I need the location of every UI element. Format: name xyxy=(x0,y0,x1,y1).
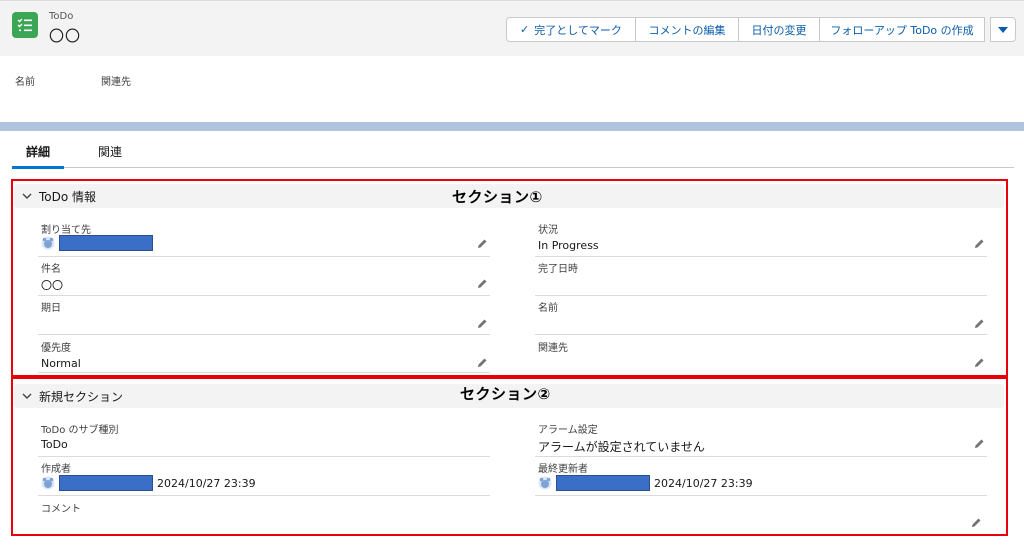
todo-subtype-label: ToDo のサブ種別 xyxy=(41,425,119,436)
redacted-user xyxy=(59,235,153,251)
edit-comment-button[interactable]: コメントの編集 xyxy=(635,17,739,42)
avatar-icon xyxy=(538,476,552,490)
field-name: 名前 xyxy=(535,299,987,335)
alarm-value: アラームが設定されていません xyxy=(538,440,705,454)
last-modified-by-label: 最終更新者 xyxy=(538,464,588,475)
field-last-modified-by: 最終更新者 2024/10/27 23:39 xyxy=(535,460,987,496)
field-assigned-to: 割り当て先 xyxy=(38,221,490,257)
field-completed-date: 完了日時 xyxy=(535,260,987,296)
priority-value: Normal xyxy=(41,357,81,370)
pencil-icon[interactable] xyxy=(974,357,985,368)
status-label: 状況 xyxy=(538,225,558,236)
redacted-user xyxy=(556,475,650,491)
chevron-down-icon xyxy=(22,193,32,199)
chevron-down-icon xyxy=(22,393,32,399)
name-label: 名前 xyxy=(538,303,558,314)
completed-date-label: 完了日時 xyxy=(538,264,578,275)
field-priority: 優先度 Normal xyxy=(38,339,490,373)
redacted-user xyxy=(59,475,153,491)
highlights-panel: 名前 関連先 xyxy=(0,56,1024,122)
avatar-icon xyxy=(41,236,55,250)
field-due-date: 期日 xyxy=(38,299,490,335)
pencil-icon[interactable] xyxy=(477,238,488,249)
section1-annotation: セクション① xyxy=(452,188,543,206)
field-status: 状況 In Progress xyxy=(535,221,987,257)
created-by-label: 作成者 xyxy=(41,464,71,475)
last-modified-date: 2024/10/27 23:39 xyxy=(654,476,753,490)
field-alarm: アラーム設定 アラームが設定されていません xyxy=(535,421,987,457)
status-value: In Progress xyxy=(538,239,599,252)
mark-complete-label: 完了としてマーク xyxy=(534,23,622,37)
field-created-by: 作成者 2024/10/27 23:39 xyxy=(38,460,490,496)
check-icon: ✓ xyxy=(520,23,530,36)
pencil-icon[interactable] xyxy=(971,517,982,528)
todo-subtype-value: ToDo xyxy=(41,438,68,451)
field-todo-subtype: ToDo のサブ種別 ToDo xyxy=(38,421,490,457)
pencil-icon[interactable] xyxy=(477,278,488,289)
subject-value: 〇〇 xyxy=(41,279,63,292)
chevron-down-icon xyxy=(998,26,1008,33)
field-comment: コメント xyxy=(38,500,490,530)
change-date-button[interactable]: 日付の変更 xyxy=(738,17,820,42)
subject-label: 件名 xyxy=(41,264,61,275)
highlight-related-label: 関連先 xyxy=(101,77,131,88)
tab-details[interactable]: 詳細 xyxy=(26,143,50,160)
avatar-icon xyxy=(41,476,55,490)
field-related-to: 関連先 xyxy=(535,339,987,373)
created-date: 2024/10/27 23:39 xyxy=(157,476,256,490)
pencil-icon[interactable] xyxy=(974,438,985,449)
pencil-icon[interactable] xyxy=(974,318,985,329)
pencil-icon[interactable] xyxy=(477,357,488,368)
comment-label: コメント xyxy=(41,504,81,515)
mark-complete-button[interactable]: ✓ 完了としてマーク xyxy=(506,17,636,42)
section-new-title: 新規セクション xyxy=(39,389,124,404)
action-button-group: ✓ 完了としてマーク コメントの編集 日付の変更 フォローアップ ToDo の作… xyxy=(506,17,985,42)
section-todo-info-title: ToDo 情報 xyxy=(39,189,97,204)
create-followup-button[interactable]: フォローアップ ToDo の作成 xyxy=(819,17,985,42)
record-title: 〇〇 xyxy=(49,27,82,45)
active-tab-indicator xyxy=(12,166,64,169)
record-tabs: 詳細 関連 xyxy=(12,131,1014,169)
more-actions-button[interactable] xyxy=(990,17,1016,42)
section2-annotation: セクション② xyxy=(460,385,551,403)
assigned-to-label: 割り当て先 xyxy=(41,225,91,236)
priority-label: 優先度 xyxy=(41,343,71,354)
highlight-name-label: 名前 xyxy=(15,77,35,88)
record-header: ToDo 〇〇 ✓ 完了としてマーク コメントの編集 日付の変更 フォローアップ… xyxy=(0,0,1024,56)
related-to-label: 関連先 xyxy=(538,343,568,354)
pencil-icon[interactable] xyxy=(974,238,985,249)
due-date-label: 期日 xyxy=(41,303,61,314)
object-label: ToDo xyxy=(49,11,74,22)
alarm-label: アラーム設定 xyxy=(538,425,598,436)
pencil-icon[interactable] xyxy=(477,318,488,329)
header-divider-band xyxy=(0,122,1024,131)
todo-list-icon xyxy=(12,12,38,38)
field-subject: 件名 〇〇 xyxy=(38,260,490,296)
tab-related[interactable]: 関連 xyxy=(98,143,122,160)
